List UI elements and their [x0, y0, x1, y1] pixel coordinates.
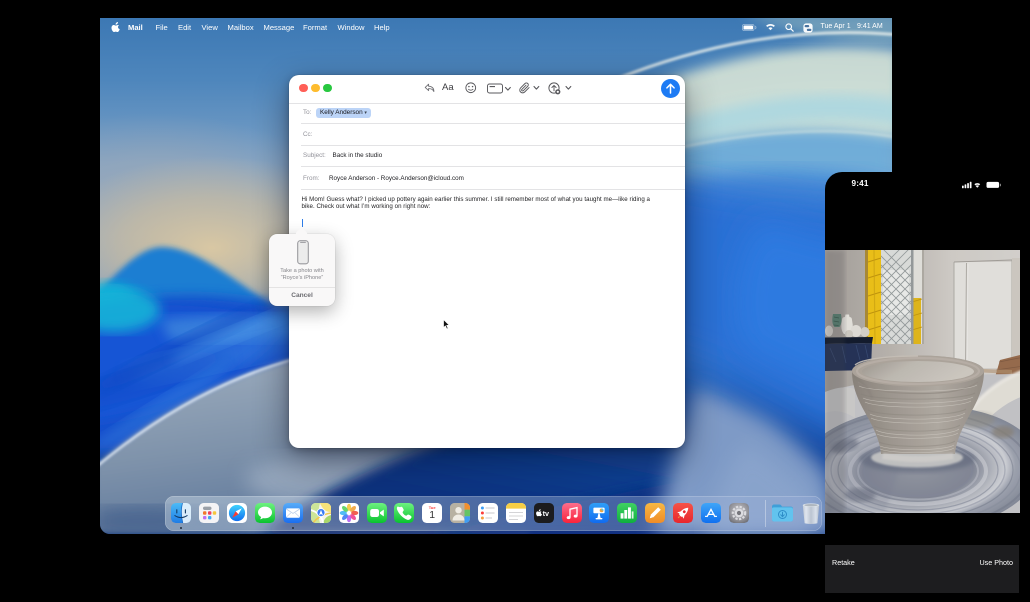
svg-text:tv: tv: [542, 509, 548, 518]
